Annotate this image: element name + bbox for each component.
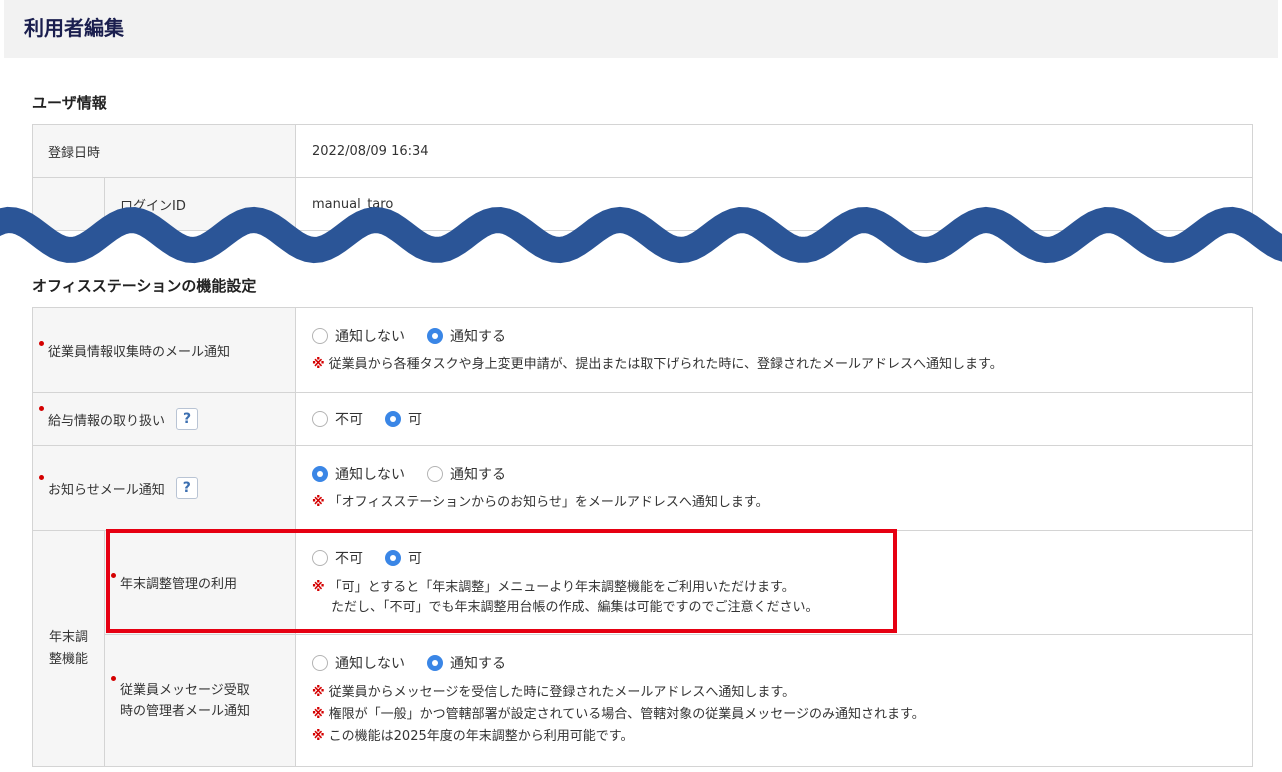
mail-notify-row: 従業員情報収集時のメール通知 通知しない 通知する ※ 従業員から各種タスクや身上…	[31, 307, 1254, 393]
mail-notify-note: ※ 従業員から各種タスクや身上変更申請が、提出または取下げられた時に、登録されたメ…	[312, 356, 1003, 372]
mail-notify-value-cell: 通知しない 通知する ※ 従業員から各種タスクや身上変更申請が、提出または取下げら…	[295, 307, 1254, 393]
radio-selected-icon[interactable]	[427, 327, 444, 344]
radio-icon[interactable]	[312, 411, 329, 427]
year-end-group-label: 年末調 整機能	[32, 530, 105, 767]
salary-value-cell: 不可 可	[295, 392, 1254, 446]
note-mark-icon: ※	[312, 356, 325, 372]
salary-label: 給与情報の取り扱い	[38, 405, 165, 429]
radio-icon[interactable]	[312, 327, 329, 344]
note-mark-icon: ※	[312, 707, 325, 722]
radio-icon[interactable]	[312, 655, 329, 671]
message-notify-note: ※ この機能は2025年度の年末調整から利用可能です。	[312, 729, 634, 744]
news-mail-row: お知らせメール通知 ? 通知しない 通知する ※ 「オフィスステーションからのお知…	[31, 445, 1254, 531]
news-mail-option-off[interactable]: 通知しない	[312, 464, 405, 484]
mail-notify-label-cell: 従業員情報収集時のメール通知	[31, 307, 297, 393]
note-mark-icon: ※	[312, 494, 325, 510]
year-end-usage-option-yes[interactable]: 可	[385, 548, 422, 568]
wave-divider	[0, 206, 1282, 264]
salary-label-cell: 給与情報の取り扱い ?	[31, 392, 297, 446]
registered-value: 2022/08/09 16:34	[295, 124, 1254, 178]
mail-notify-option-off[interactable]: 通知しない	[312, 326, 405, 346]
message-notify-value-cell: 通知しない 通知する ※ 従業員からメッセージを受信した時に登録されたメールアドレ…	[295, 634, 1254, 767]
note-mark-icon: ※	[312, 729, 325, 744]
mail-notify-label: 従業員情報収集時のメール通知	[48, 344, 231, 360]
year-end-usage-label: 年末調整管理の利用	[120, 577, 238, 592]
message-notify-row: 従業員メッセージ受取 時の管理者メール通知 通知しない 通知する ※ 従業員からメ…	[33, 634, 1254, 767]
radio-icon[interactable]	[312, 549, 329, 566]
radio-icon[interactable]	[427, 465, 444, 482]
help-icon[interactable]: ?	[175, 477, 198, 499]
radio-selected-icon[interactable]	[385, 411, 402, 427]
page-header: 利用者編集	[4, 0, 1278, 58]
function-settings-table: 従業員情報収集時のメール通知 通知しない 通知する ※ 従業員から各種タスクや身上…	[31, 307, 1254, 767]
news-mail-radio-group: 通知しない 通知する	[312, 464, 1252, 484]
message-notify-option-on[interactable]: 通知する	[427, 653, 506, 673]
mail-notify-radio-group: 通知しない 通知する	[312, 326, 1252, 346]
page-title: 利用者編集	[24, 16, 124, 40]
news-mail-option-on[interactable]: 通知する	[427, 464, 506, 484]
year-end-usage-row: 年末調 整機能 年末調整管理の利用 不可 可 ※ 「可」とすると「年末調整」メニュ…	[32, 530, 1254, 767]
registered-label: 登録日時	[31, 124, 297, 178]
note-mark-icon: ※	[312, 685, 325, 700]
year-end-usage-note: ※ 「可」とすると「年末調整」メニューより年末調整機能をご利用いただけます。 ただ…	[312, 579, 819, 615]
note-mark-icon: ※	[312, 579, 325, 595]
message-notify-label: 従業員メッセージ受取 時の管理者メール通知	[110, 675, 295, 722]
message-notify-radio-group: 通知しない 通知する	[312, 653, 1252, 673]
user-info-section-title: ユーザ情報	[32, 94, 107, 112]
message-notify-note: ※ 従業員からメッセージを受信した時に登録されたメールアドレスへ通知します。	[312, 685, 796, 700]
salary-row: 給与情報の取り扱い ? 不可 可	[31, 392, 1254, 446]
mail-notify-option-on[interactable]: 通知する	[427, 326, 506, 346]
year-end-usage-value-cell: 不可 可 ※ 「可」とすると「年末調整」メニューより年末調整機能をご利用いただけま…	[295, 530, 1254, 635]
news-mail-note: ※ 「オフィスステーションからのお知らせ」をメールアドレスへ通知します。	[312, 494, 769, 510]
radio-selected-icon[interactable]	[427, 655, 444, 671]
year-end-usage-radio-group: 不可 可	[312, 548, 1252, 568]
function-settings-section-title: オフィスステーションの機能設定	[32, 277, 257, 295]
news-mail-label-cell: お知らせメール通知 ?	[31, 445, 297, 531]
radio-selected-icon[interactable]	[312, 465, 329, 482]
registered-row: 登録日時 2022/08/09 16:34	[31, 124, 1254, 178]
radio-selected-icon[interactable]	[385, 549, 402, 566]
salary-option-no[interactable]: 不可	[312, 409, 363, 429]
message-notify-notes: ※ 従業員からメッセージを受信した時に登録されたメールアドレスへ通知します。 ※ 権…	[312, 682, 1252, 748]
salary-option-yes[interactable]: 可	[385, 409, 422, 429]
news-mail-value-cell: 通知しない 通知する ※ 「オフィスステーションからのお知らせ」をメールアドレスへ…	[295, 445, 1254, 531]
year-end-usage-label-cell: 年末調整管理の利用	[103, 530, 297, 635]
message-notify-note: ※ 権限が「一般」かつ管轄部署が設定されている場合、管轄対象の従業員メッセージのみ…	[312, 707, 925, 722]
message-notify-label-cell: 従業員メッセージ受取 時の管理者メール通知	[103, 634, 297, 767]
help-icon[interactable]: ?	[176, 408, 199, 430]
salary-radio-group: 不可 可	[312, 409, 1252, 429]
message-notify-option-off[interactable]: 通知しない	[312, 653, 405, 673]
year-end-usage-option-no[interactable]: 不可	[312, 548, 363, 568]
news-mail-label: お知らせメール通知	[39, 474, 165, 498]
